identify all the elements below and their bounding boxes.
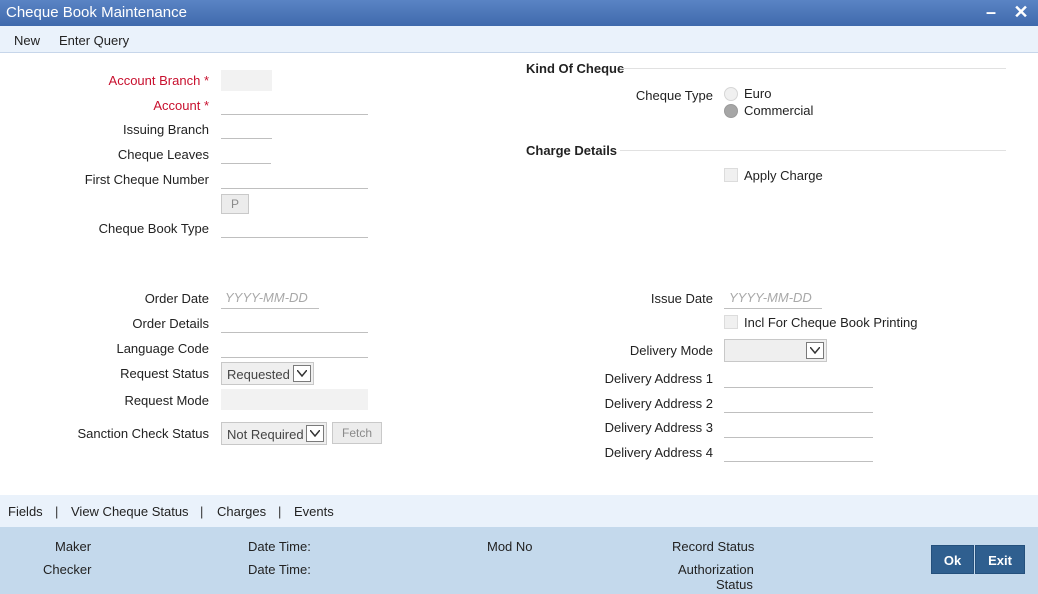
window-title-bar: Cheque Book Maintenance – ✕ — [0, 0, 1038, 26]
request-mode-label: Request Mode — [124, 393, 209, 408]
cheque-leaves-label: Cheque Leaves — [117, 147, 209, 162]
delivery-mode-label: Delivery Mode — [629, 343, 713, 358]
sanction-check-status-select[interactable]: Not Required — [221, 422, 327, 445]
order-details-label: Order Details — [132, 316, 209, 331]
tab-view-cheque-status[interactable]: View Cheque Status — [71, 504, 189, 519]
euro-radio-label: Euro — [744, 86, 772, 101]
request-status-value: Requested — [227, 367, 290, 382]
delivery-mode-select[interactable] — [724, 339, 827, 362]
required-marker: * — [203, 73, 209, 88]
language-code-label: Language Code — [116, 341, 209, 356]
delivery-address-3-field[interactable] — [724, 418, 873, 438]
apply-charge-checkbox[interactable] — [724, 168, 738, 182]
request-mode-field[interactable] — [221, 389, 368, 410]
charge-details-title: Charge Details — [526, 143, 618, 158]
delivery-address-1-field[interactable] — [724, 368, 873, 388]
authorization-label: Authorization — [678, 562, 754, 577]
first-cheque-number-field[interactable] — [221, 169, 368, 189]
account-label-text: Account — [153, 98, 201, 113]
issuing-branch-field[interactable] — [221, 119, 272, 139]
bottom-tab-bar: Fields | View Cheque Status | Charges | … — [0, 495, 1038, 527]
kind-of-cheque-title: Kind Of Cheque — [526, 61, 625, 76]
tab-fields[interactable]: Fields — [8, 504, 43, 519]
issue-date-placeholder: YYYY-MM-DD — [729, 290, 812, 305]
delivery-address-2-label: Delivery Address 2 — [604, 396, 713, 411]
issuing-branch-label: Issuing Branch — [123, 122, 209, 137]
section-divider — [620, 68, 1006, 69]
maker-date-time-label: Date Time: — [248, 539, 311, 554]
incl-printing-label: Incl For Cheque Book Printing — [744, 315, 918, 330]
chevron-down-icon — [293, 365, 311, 382]
checker-label: Checker — [43, 562, 92, 577]
commercial-radio-label: Commercial — [744, 103, 814, 118]
close-icon[interactable]: ✕ — [1011, 2, 1031, 22]
fetch-button[interactable]: Fetch — [332, 422, 382, 444]
incl-printing-checkbox[interactable] — [724, 315, 738, 329]
record-status-label: Record Status — [672, 539, 755, 554]
issue-date-label: Issue Date — [650, 291, 713, 306]
commercial-radio[interactable] — [724, 104, 738, 118]
tab-separator: | — [55, 504, 59, 519]
first-cheque-number-label: First Cheque Number — [84, 172, 209, 187]
minimize-icon[interactable]: – — [981, 2, 1001, 22]
checker-date-time-label: Date Time: — [248, 562, 311, 577]
tab-events[interactable]: Events — [294, 504, 334, 519]
section-divider — [620, 150, 1006, 151]
account-branch-label: Account Branch * — [9, 73, 209, 88]
order-date-label: Order Date — [144, 291, 209, 306]
tab-charges[interactable]: Charges — [217, 504, 266, 519]
delivery-address-4-label: Delivery Address 4 — [604, 445, 713, 460]
account-label: Account * — [9, 98, 209, 113]
required-marker: * — [203, 98, 209, 113]
cheque-book-type-label: Cheque Book Type — [98, 221, 209, 236]
sanction-check-status-value: Not Required — [227, 427, 304, 442]
new-menu-item[interactable]: New — [14, 33, 40, 48]
euro-radio[interactable] — [724, 87, 738, 101]
p-button[interactable]: P — [221, 194, 249, 214]
exit-button[interactable]: Exit — [975, 545, 1025, 574]
delivery-address-2-field[interactable] — [724, 393, 873, 413]
order-date-placeholder: YYYY-MM-DD — [225, 290, 308, 305]
chevron-down-icon — [806, 342, 824, 359]
account-branch-label-text: Account Branch — [108, 73, 201, 88]
mod-no-label: Mod No — [487, 539, 533, 554]
account-branch-field[interactable] — [221, 70, 272, 91]
sanction-check-status-label: Sanction Check Status — [77, 426, 209, 441]
window-title: Cheque Book Maintenance — [6, 4, 187, 21]
language-code-field[interactable] — [221, 338, 368, 358]
tab-separator: | — [200, 504, 204, 519]
cheque-leaves-field[interactable] — [221, 144, 271, 164]
enter-query-menu-item[interactable]: Enter Query — [59, 33, 129, 48]
maker-label: Maker — [55, 539, 92, 554]
request-status-label: Request Status — [120, 366, 209, 381]
authorization-status-label: Status — [716, 577, 753, 592]
order-details-field[interactable] — [221, 313, 368, 333]
delivery-address-1-label: Delivery Address 1 — [604, 371, 713, 386]
account-field[interactable] — [221, 95, 368, 115]
request-status-select[interactable]: Requested — [221, 362, 314, 385]
cheque-book-type-field[interactable] — [221, 218, 368, 238]
delivery-address-4-field[interactable] — [724, 442, 873, 462]
menu-bar: New Enter Query — [0, 26, 1038, 53]
apply-charge-label: Apply Charge — [744, 168, 823, 183]
chevron-down-icon — [306, 425, 324, 442]
tab-separator: | — [278, 504, 282, 519]
cheque-type-label: Cheque Type — [635, 88, 713, 103]
delivery-address-3-label: Delivery Address 3 — [604, 420, 713, 435]
ok-button[interactable]: Ok — [931, 545, 974, 574]
audit-footer: Maker Checker Date Time: Date Time: Mod … — [0, 527, 1038, 594]
